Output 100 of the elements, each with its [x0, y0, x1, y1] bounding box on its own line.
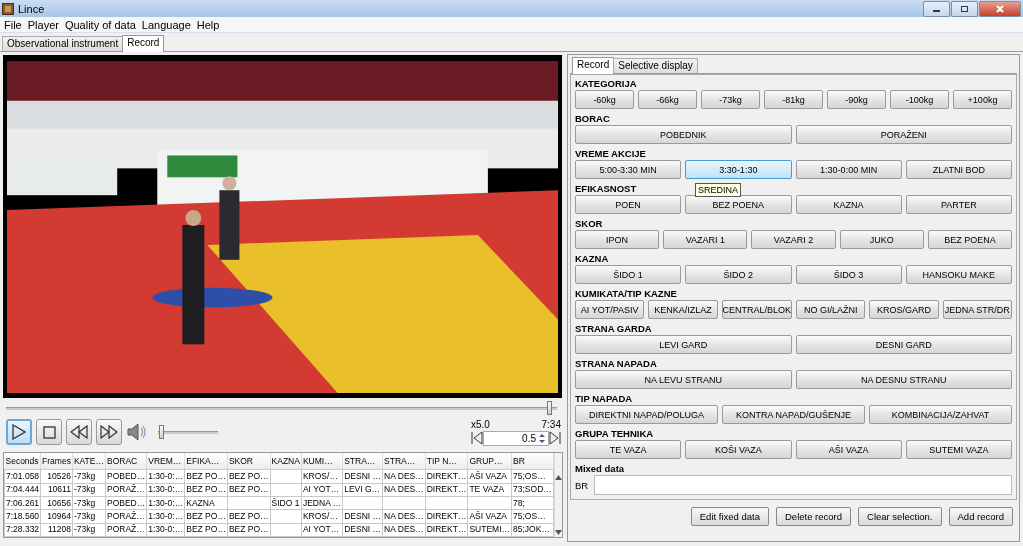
category-button[interactable]: JEDNA STR/DR — [942, 300, 1012, 319]
category-button[interactable]: LEVI GARD — [575, 335, 792, 354]
category-button[interactable]: TE VAZA — [575, 440, 682, 459]
category-button[interactable]: KOŠI VAZA — [685, 440, 792, 459]
category-button[interactable]: 1:30-0:00 MIN — [795, 160, 902, 179]
action-button[interactable]: Delete record — [776, 507, 852, 526]
table-cell: AI YOT… — [302, 524, 340, 535]
category-button[interactable]: -73kg — [701, 90, 760, 109]
column-header[interactable]: STRA… — [382, 453, 426, 470]
table-cell: KAZNA — [186, 497, 215, 508]
rewind-button[interactable] — [66, 419, 92, 445]
category-button[interactable]: PARTER — [905, 195, 1012, 214]
category-button[interactable]: POBEDNIK — [575, 125, 792, 144]
minimize-button[interactable] — [923, 0, 950, 17]
field-label: BR — [575, 479, 589, 491]
menu-item[interactable]: Quality of data — [62, 18, 140, 31]
tab[interactable]: Selective display — [613, 58, 698, 73]
action-button[interactable]: Clear selection. — [858, 507, 942, 526]
menu-item[interactable]: Help — [194, 18, 224, 31]
category-button[interactable]: VAZARI 1 — [663, 230, 748, 249]
category-button[interactable]: -90kg — [827, 90, 886, 109]
table-cell: BEZ PO… — [228, 511, 269, 521]
category-button[interactable]: KAZNA — [795, 195, 902, 214]
table-cell: AŠI VAZA — [469, 511, 508, 521]
rate-spinner[interactable]: 0.5 — [483, 430, 549, 446]
input-field[interactable] — [594, 475, 1012, 495]
column-header[interactable]: VREM… — [146, 453, 185, 470]
category-button[interactable]: BEZ POENA — [927, 230, 1012, 249]
skip-forward-icon[interactable] — [549, 431, 561, 445]
skip-back-icon[interactable] — [471, 431, 483, 445]
category-button[interactable]: AI YOT/PASIV — [575, 300, 645, 319]
column-header[interactable]: BR — [511, 453, 554, 470]
column-header[interactable]: Seconds — [4, 453, 41, 470]
category-button[interactable]: KONTRA NAPAD/GUŠENJE — [722, 405, 865, 424]
tab[interactable]: Observational instrument — [2, 36, 124, 51]
column-header[interactable]: STRA… — [342, 453, 383, 470]
category-button[interactable]: ZLATNI BOD — [905, 160, 1012, 179]
column-header[interactable]: Frames — [40, 453, 73, 470]
menu-item[interactable]: Language — [139, 18, 195, 31]
play-button[interactable] — [6, 419, 32, 445]
close-icon — [995, 4, 1005, 13]
category-button[interactable]: -81kg — [764, 90, 823, 109]
menu-item[interactable]: File — [2, 18, 26, 31]
category-button[interactable]: -60kg — [575, 90, 634, 109]
category-button[interactable]: JUKO — [839, 230, 924, 249]
table-cell: DESNI … — [344, 524, 382, 535]
table-cell: DIREKT… — [426, 524, 467, 535]
category-button[interactable]: ŠIDO 2 — [685, 265, 792, 284]
column-header[interactable]: KUMI… — [301, 453, 343, 470]
rewind-icon — [70, 425, 88, 439]
tab[interactable]: Record — [572, 57, 615, 74]
category-button[interactable]: HANSOKU MAKE — [905, 265, 1012, 284]
category-button[interactable]: AŠI VAZA — [795, 440, 902, 459]
category-button[interactable]: NO GI/LAŽNI — [796, 300, 866, 319]
column-header[interactable]: KATE… — [72, 453, 106, 470]
category-button[interactable]: DIREKTNI NAPAD/POLUGA — [575, 405, 718, 424]
column-header[interactable]: KAZNA — [270, 453, 302, 470]
category-button[interactable]: 5:00-3:30 MIN — [575, 160, 682, 179]
close-button[interactable] — [979, 0, 1021, 17]
action-button[interactable]: Edit fixed data — [690, 507, 769, 526]
category-button[interactable]: +100kg — [953, 90, 1012, 109]
category-button[interactable]: VAZARI 2 — [751, 230, 836, 249]
category-button[interactable]: POEN — [575, 195, 682, 214]
maximize-button[interactable] — [951, 0, 978, 17]
stop-button[interactable] — [36, 419, 62, 445]
column-header[interactable]: SKOR — [227, 453, 271, 470]
column-header[interactable]: TIP N… — [425, 453, 468, 470]
speaker-icon[interactable] — [126, 422, 148, 442]
category-button[interactable]: KROS/GARD — [869, 300, 939, 319]
category-button[interactable]: DESNI GARD — [795, 335, 1012, 354]
category-button[interactable]: IPON — [575, 230, 660, 249]
category-button[interactable]: KENKA/IZLAZ — [648, 300, 718, 319]
category-button[interactable]: NA LEVU STRANU — [575, 370, 792, 389]
table-cell: 10526 — [47, 471, 71, 482]
category-button[interactable]: 3:30-1:30 — [685, 160, 792, 179]
category-button[interactable]: BEZ POENA — [685, 195, 792, 214]
table-cell: 1:30-0:… — [148, 484, 184, 495]
table-cell: 1:30-0:… — [148, 471, 184, 482]
category-button[interactable]: KOMBINACIJA/ZAHVAT — [869, 405, 1012, 424]
column-header[interactable]: BORAC — [105, 453, 147, 470]
category-button[interactable]: CENTRAL/BLOK — [721, 300, 793, 319]
category-button[interactable]: ŠIDO 3 — [795, 265, 902, 284]
table-cell: 7:28.332 — [6, 524, 40, 535]
action-button[interactable]: Add record — [948, 507, 1013, 526]
column-header[interactable]: EFIKA… — [184, 453, 228, 470]
scroll-up-icon[interactable] — [554, 475, 562, 480]
table-cell: BEZ PO… — [228, 471, 269, 482]
category-button[interactable]: ŠIDO 1 — [575, 265, 682, 284]
scroll-down-icon[interactable] — [554, 530, 562, 535]
menu-item[interactable]: Player — [25, 18, 63, 31]
category-button[interactable]: NA DESNU STRANU — [795, 370, 1012, 389]
table-cell: -73kg — [73, 484, 96, 495]
category-button[interactable]: -66kg — [638, 90, 697, 109]
category-button[interactable]: PORAŽENI — [795, 125, 1012, 144]
fast-forward-button[interactable] — [96, 419, 122, 445]
scrollbar[interactable] — [553, 453, 562, 537]
column-header[interactable]: GRUP… — [467, 453, 512, 470]
category-button[interactable]: -100kg — [890, 90, 949, 109]
category-button[interactable]: SUTEMI VAZA — [905, 440, 1012, 459]
tab[interactable]: Record — [122, 35, 165, 52]
